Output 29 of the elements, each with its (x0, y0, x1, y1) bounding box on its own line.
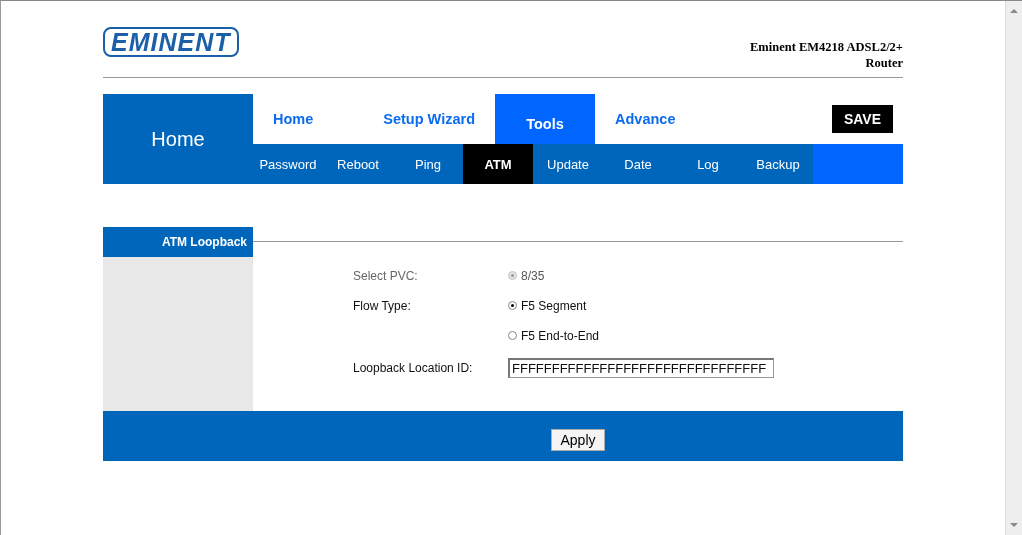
field-label: Flow Type: (353, 298, 412, 313)
scroll-up-icon[interactable] (1010, 9, 1018, 13)
sub-tab[interactable]: Ping (393, 144, 463, 184)
sub-tab[interactable]: Password (253, 144, 323, 184)
radio-button[interactable] (508, 331, 517, 340)
field-label: Select PVC: (353, 268, 419, 283)
field-label: Loopback Location ID: (353, 361, 474, 375)
section-title: Home (103, 94, 253, 184)
apply-button[interactable]: Apply (551, 429, 605, 451)
radio-option[interactable]: F5 Segment (508, 298, 903, 313)
sub-tab[interactable]: ATM (463, 144, 533, 184)
nav-tab[interactable]: Setup Wizard (333, 94, 495, 144)
sidebar-title: ATM Loopback (103, 227, 253, 257)
sub-tab[interactable]: Backup (743, 144, 813, 184)
scroll-down-icon[interactable] (1010, 523, 1018, 527)
radio-button[interactable] (508, 301, 517, 310)
product-title: Eminent EM4218 ADSL2/2+ Router (749, 39, 903, 71)
scrollbar[interactable] (1005, 1, 1022, 535)
sub-tab[interactable]: Reboot (323, 144, 393, 184)
sub-tab[interactable]: Date (603, 144, 673, 184)
input-field[interactable]: FFFFFFFFFFFFFFFFFFFFFFFFFFFFFFFF (508, 358, 774, 378)
sub-tab[interactable]: Update (533, 144, 603, 184)
nav-tab[interactable]: Advance (595, 94, 696, 144)
nav-tab[interactable]: Home (253, 94, 334, 144)
nav-tab[interactable]: Tools (495, 94, 595, 144)
save-button[interactable]: SAVE (832, 105, 893, 133)
radio-option[interactable]: F5 End-to-End (508, 328, 903, 343)
sub-tab[interactable]: Log (673, 144, 743, 184)
logo: EMINENT (103, 27, 239, 57)
